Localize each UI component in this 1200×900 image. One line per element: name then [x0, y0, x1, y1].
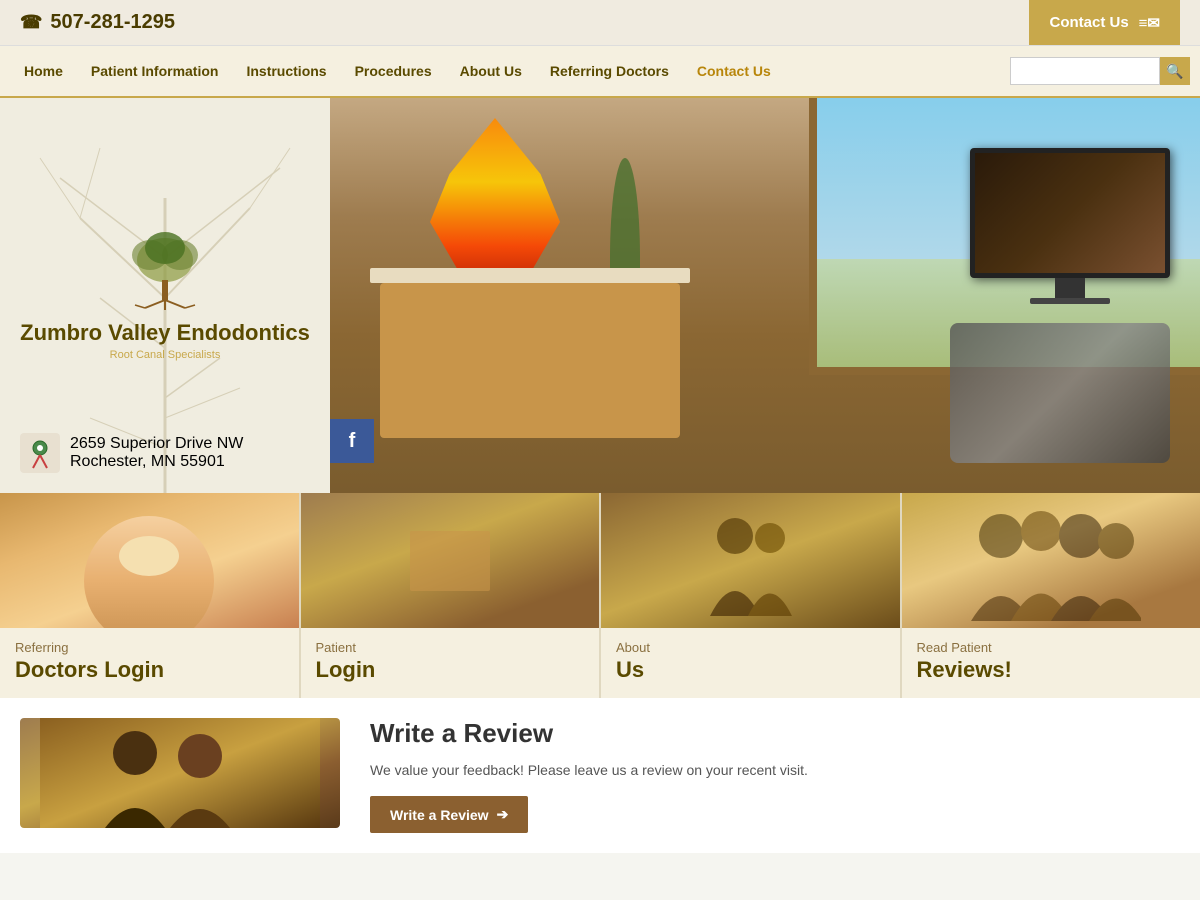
phone-icon: ☎: [20, 12, 42, 33]
logo-tree-icon: [125, 230, 205, 310]
card-title-1: Doctors Login: [15, 657, 284, 683]
card-subtitle-1: Referring: [15, 640, 284, 655]
card-image-reviews: [902, 493, 1200, 628]
dental-equipment: [950, 323, 1170, 463]
doctors-photo: [20, 718, 340, 828]
hero-section: Zumbro Valley Endodontics Root Canal Spe…: [0, 98, 1200, 493]
map-icon: [20, 433, 60, 473]
bottom-section: Write a Review We value your feedback! P…: [0, 698, 1200, 853]
nav-bar: Home Patient Information Instructions Pr…: [0, 46, 1200, 98]
monitor: [970, 148, 1170, 304]
card-body-reviews: Read Patient Reviews!: [902, 628, 1200, 698]
card-subtitle-2: Patient: [316, 640, 585, 655]
facebook-button[interactable]: f: [330, 419, 374, 463]
cabinet: [380, 273, 680, 443]
review-btn-label: Write a Review: [390, 807, 489, 823]
review-description: We value your feedback! Please leave us …: [370, 759, 1180, 781]
logo-sub: Root Canal Specialists: [20, 349, 310, 361]
hero-left-panel: Zumbro Valley Endodontics Root Canal Spe…: [0, 98, 330, 493]
search-input[interactable]: [1010, 57, 1160, 85]
address-line2: Rochester, MN 55901: [70, 453, 243, 471]
search-area: 🔍: [1010, 57, 1190, 85]
top-bar: ☎ 507-281-1295 Contact Us ≡✉: [0, 0, 1200, 46]
card-reviews[interactable]: Read Patient Reviews!: [902, 493, 1200, 698]
card-about-us[interactable]: About Us: [601, 493, 902, 698]
nav-patient-information[interactable]: Patient Information: [77, 45, 233, 97]
phone-number[interactable]: 507-281-1295: [50, 11, 175, 34]
nav-about-us[interactable]: About Us: [446, 45, 536, 97]
address-text: 2659 Superior Drive NW Rochester, MN 559…: [70, 435, 243, 471]
write-review-button[interactable]: Write a Review ➔: [370, 796, 528, 833]
review-title: Write a Review: [370, 718, 1180, 749]
address-line1: 2659 Superior Drive NW: [70, 435, 243, 453]
card-title-2: Login: [316, 657, 585, 683]
card-body-referring: Referring Doctors Login: [0, 628, 299, 698]
card-subtitle-4: Read Patient: [917, 640, 1186, 655]
card-patient-login[interactable]: Patient Login: [301, 493, 602, 698]
nav-contact-us[interactable]: Contact Us: [683, 45, 785, 97]
nav-procedures[interactable]: Procedures: [341, 45, 446, 97]
card-referring-doctors[interactable]: Referring Doctors Login: [0, 493, 301, 698]
card-image-patient: [301, 493, 600, 628]
logo-area: Zumbro Valley Endodontics Root Canal Spe…: [20, 230, 310, 360]
card-title-3: Us: [616, 657, 885, 683]
address-area: 2659 Superior Drive NW Rochester, MN 559…: [20, 433, 243, 473]
search-button[interactable]: 🔍: [1160, 57, 1190, 85]
card-title-4: Reviews!: [917, 657, 1186, 683]
card-body-about: About Us: [601, 628, 900, 698]
contact-icon-top: ≡✉: [1139, 14, 1160, 32]
contact-top-label: Contact Us: [1049, 14, 1128, 31]
office-interior: [330, 98, 1200, 493]
doctors-image: [20, 718, 340, 828]
nav-home[interactable]: Home: [10, 45, 77, 97]
phone-area[interactable]: ☎ 507-281-1295: [20, 11, 175, 34]
card-subtitle-3: About: [616, 640, 885, 655]
review-section: Write a Review We value your feedback! P…: [370, 718, 1180, 833]
hero-image: [330, 98, 1200, 493]
card-image-referring: [0, 493, 299, 628]
nav-instructions[interactable]: Instructions: [232, 45, 340, 97]
review-btn-arrow: ➔: [497, 806, 509, 823]
contact-us-top[interactable]: Contact Us ≡✉: [1029, 0, 1180, 45]
nav-referring-doctors[interactable]: Referring Doctors: [536, 45, 683, 97]
logo-name: Zumbro Valley Endodontics: [20, 320, 310, 346]
card-body-patient: Patient Login: [301, 628, 600, 698]
artwork: [430, 118, 560, 278]
card-image-about: [601, 493, 900, 628]
cards-section: Referring Doctors Login Patient Login: [0, 493, 1200, 698]
